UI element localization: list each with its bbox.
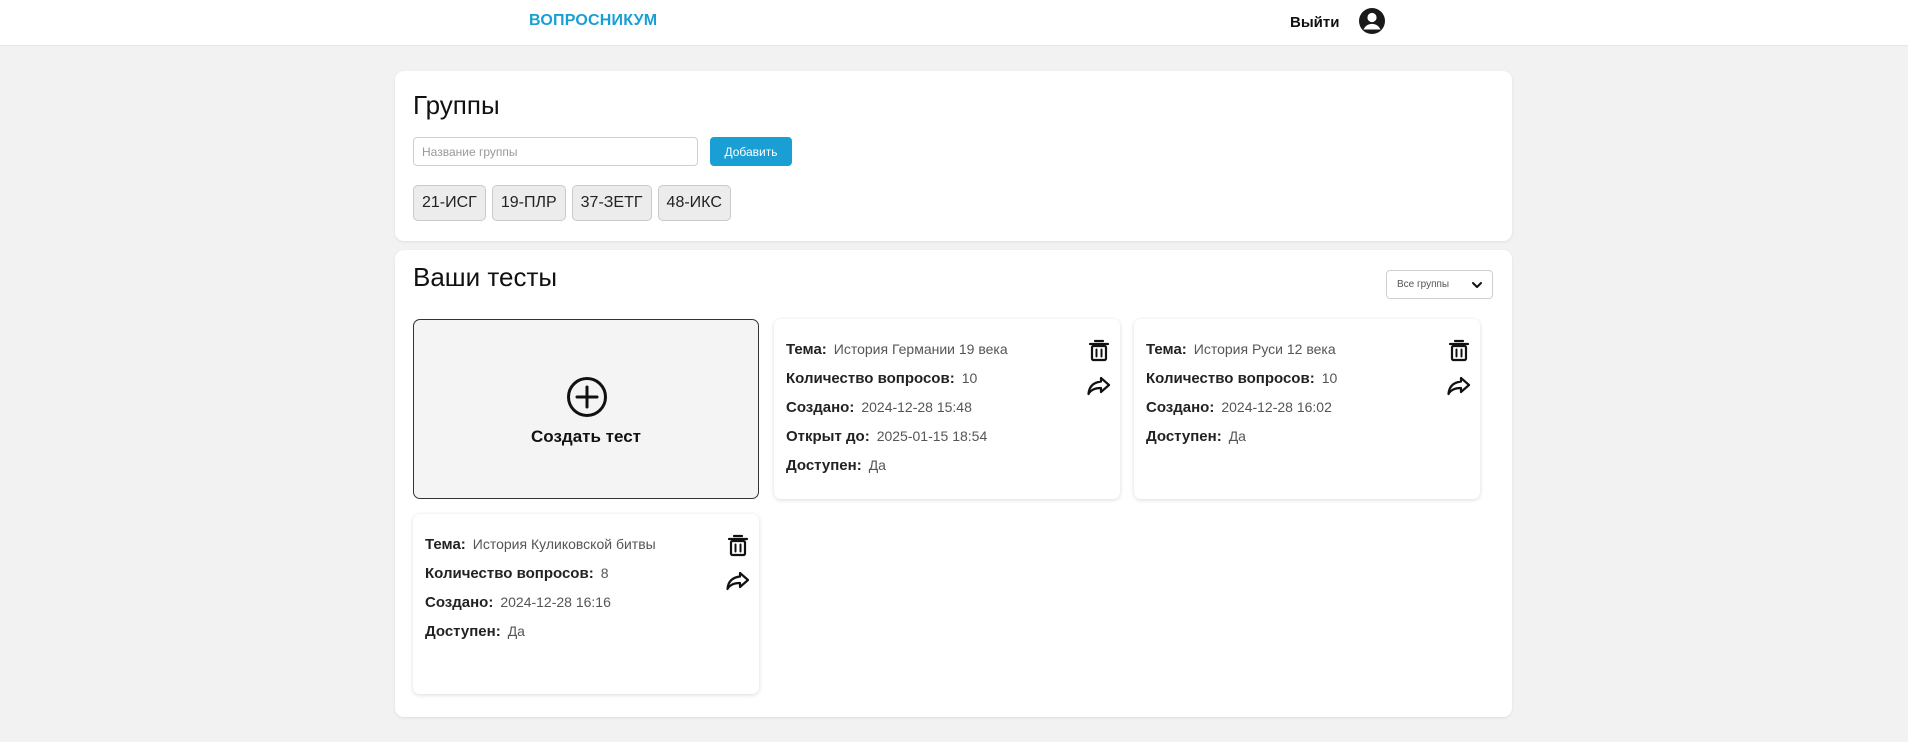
test-field-created: Создано: 2024-12-28 16:16	[425, 594, 611, 611]
field-key: Доступен:	[425, 623, 501, 640]
test-field-created: Создано: 2024-12-28 16:02	[1146, 399, 1332, 416]
test-field-available: Доступен: Да	[786, 457, 886, 474]
group-chip[interactable]: 19-ПЛР	[491, 185, 566, 221]
share-icon[interactable]	[725, 568, 751, 594]
field-key: Доступен:	[786, 457, 862, 474]
group-filter-value: Все группы	[1397, 279, 1450, 290]
group-filter-select[interactable]: Все группы	[1386, 270, 1493, 299]
top-bar: ВОПРОСНИКУМ Выйти	[0, 0, 1908, 46]
trash-icon[interactable]	[725, 532, 751, 558]
group-chip[interactable]: 48-ИКС	[657, 185, 731, 221]
field-value: История Руси 12 века	[1193, 341, 1336, 357]
chevron-down-icon	[1472, 282, 1482, 288]
test-field-available: Доступен: Да	[425, 623, 525, 640]
test-field-topic: Тема: История Германии 19 века	[786, 341, 1008, 358]
groups-panel: Группы Добавить 21-ИСГ 19-ПЛР 37-ЗЕТГ 48…	[395, 71, 1512, 241]
groups-title: Группы	[413, 90, 500, 120]
field-value: 2025-01-15 18:54	[876, 428, 988, 444]
tests-panel: Ваши тесты Все группы Создать тест Тема:…	[395, 250, 1512, 717]
test-field-question-count: Количество вопросов: 8	[425, 565, 608, 582]
logout-button[interactable]: Выйти	[1290, 14, 1339, 31]
field-key: Тема:	[1146, 341, 1187, 358]
share-icon[interactable]	[1446, 373, 1472, 399]
field-key: Создано:	[1146, 399, 1215, 416]
test-card: Тема: История Руси 12 века Количество воп…	[1134, 319, 1480, 499]
test-field-question-count: Количество вопросов: 10	[786, 370, 977, 387]
plus-circle-icon	[567, 377, 607, 417]
test-field-topic: Тема: История Куликовской битвы	[425, 536, 656, 553]
add-group-button[interactable]: Добавить	[710, 137, 792, 166]
field-value: Да	[507, 623, 525, 639]
create-test-label: Создать тест	[531, 427, 641, 446]
test-field-topic: Тема: История Руси 12 века	[1146, 341, 1336, 358]
field-key: Доступен:	[1146, 428, 1222, 445]
group-name-input[interactable]	[413, 137, 698, 166]
field-key: Открыт до:	[786, 428, 870, 445]
group-chip[interactable]: 37-ЗЕТГ	[571, 185, 652, 221]
trash-icon[interactable]	[1446, 337, 1472, 363]
share-icon[interactable]	[1086, 373, 1112, 399]
test-field-open-until: Открыт до: 2025-01-15 18:54	[786, 428, 987, 445]
field-value: 8	[600, 565, 609, 581]
field-key: Количество вопросов:	[786, 370, 955, 387]
field-key: Количество вопросов:	[1146, 370, 1315, 387]
test-field-created: Создано: 2024-12-28 15:48	[786, 399, 972, 416]
app-logo[interactable]: ВОПРОСНИКУМ	[529, 12, 657, 30]
field-value: История Куликовской битвы	[472, 536, 656, 552]
test-card: Тема: История Германии 19 века Количество…	[774, 319, 1120, 499]
test-field-available: Доступен: Да	[1146, 428, 1246, 445]
field-key: Количество вопросов:	[425, 565, 594, 582]
field-value: 2024-12-28 16:16	[500, 594, 611, 610]
field-value: Да	[1228, 428, 1246, 444]
trash-icon[interactable]	[1086, 337, 1112, 363]
tests-title: Ваши тесты	[413, 262, 558, 292]
field-value: 10	[1321, 370, 1338, 386]
field-value: История Германии 19 века	[833, 341, 1008, 357]
user-circle-icon[interactable]	[1358, 7, 1386, 35]
group-chip-list: 21-ИСГ 19-ПЛР 37-ЗЕТГ 48-ИКС	[413, 185, 731, 221]
field-value: 10	[961, 370, 978, 386]
field-key: Тема:	[786, 341, 827, 358]
field-value: 2024-12-28 16:02	[1221, 399, 1332, 415]
create-test-card[interactable]: Создать тест	[413, 319, 759, 499]
test-card: Тема: История Куликовской битвы Количеств…	[413, 514, 759, 694]
field-value: Да	[868, 457, 886, 473]
field-key: Тема:	[425, 536, 466, 553]
test-field-question-count: Количество вопросов: 10	[1146, 370, 1337, 387]
group-chip[interactable]: 21-ИСГ	[413, 185, 486, 221]
field-value: 2024-12-28 15:48	[861, 399, 972, 415]
field-key: Создано:	[786, 399, 855, 416]
field-key: Создано:	[425, 594, 494, 611]
